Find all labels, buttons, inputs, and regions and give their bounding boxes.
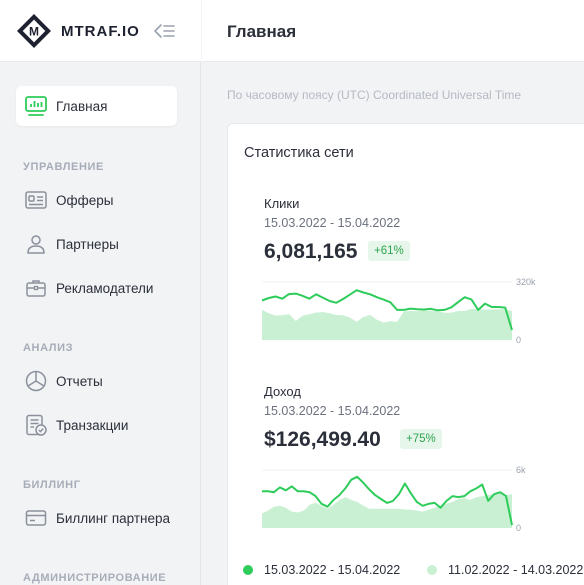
brand-name: MTRAF.IO <box>61 23 140 40</box>
briefcase-icon <box>26 280 46 297</box>
sidebar-item-advertisers[interactable]: Рекламодатели <box>22 273 192 303</box>
series-area-previous <box>262 308 512 340</box>
sidebar-item-partners[interactable]: Партнеры <box>22 229 192 259</box>
y-tick-label-zero: 0 <box>516 335 521 345</box>
sidebar-item-partner-billing[interactable]: Биллинг партнера <box>22 503 192 533</box>
network-stats-card: Статистика сети Клики 15.03.2022 - 15.04… <box>227 123 584 585</box>
sidebar-item-label: Рекламодатели <box>56 281 154 296</box>
brand-header: M MTRAF.IO <box>0 0 201 62</box>
clicks-chart: 320k 0 <box>262 277 536 345</box>
wallet-icon <box>25 510 47 526</box>
logo-letter: M <box>29 25 39 39</box>
sidebar: M MTRAF.IO Главная УПРАВЛЕНИЕ Офферы Пар… <box>0 0 201 585</box>
dashboard-icon <box>25 96 47 116</box>
timezone-note: По часовому поясу (UTC) Coordinated Univ… <box>227 88 522 102</box>
section-title-billing: БИЛЛИНГ <box>23 479 81 491</box>
y-tick-label-max: 6k <box>516 465 526 475</box>
sidebar-item-label: Офферы <box>56 193 114 208</box>
y-tick-label-zero: 0 <box>516 523 521 533</box>
metric-range: 15.03.2022 - 15.04.2022 <box>264 216 401 230</box>
top-bar: Главная <box>202 0 584 62</box>
metric-value-revenue: $126,499.40 <box>264 428 381 451</box>
revenue-chart: 6k 0 <box>262 465 526 533</box>
sidebar-item-home[interactable]: Главная <box>16 86 177 126</box>
metric-value-clicks: 6,081,165 <box>264 240 358 263</box>
sidebar-item-label: Транзакции <box>56 418 129 433</box>
sidebar-item-label: Отчеты <box>56 374 103 389</box>
y-tick-label-max: 320k <box>516 277 536 287</box>
section-title-analysis: АНАЛИЗ <box>23 342 74 354</box>
section-title-management: УПРАВЛЕНИЕ <box>23 161 104 173</box>
legend-label-previous[interactable]: 11.02.2022 - 14.03.2022 <box>448 563 583 577</box>
collapse-sidebar-icon[interactable] <box>153 22 175 40</box>
legend-dot-previous <box>427 565 437 575</box>
sidebar-item-label: Биллинг партнера <box>56 511 171 526</box>
metric-range: 15.03.2022 - 15.04.2022 <box>264 404 401 418</box>
change-badge-revenue: +75% <box>400 429 442 449</box>
pie-chart-icon <box>25 370 47 392</box>
section-title-administration: АДМИНИСТРИРОВАНИЕ <box>23 572 167 584</box>
receipt-check-icon <box>26 414 47 436</box>
logo-mark[interactable]: M <box>16 13 52 49</box>
page-title: Главная <box>227 22 297 41</box>
card-title: Статистика сети <box>244 145 354 161</box>
legend-dot-current <box>243 565 253 575</box>
legend-label-current[interactable]: 15.03.2022 - 15.04.2022 <box>264 563 400 577</box>
sidebar-item-label: Главная <box>56 99 108 114</box>
series-area-previous <box>262 493 512 528</box>
user-icon <box>27 235 45 254</box>
sidebar-item-transactions[interactable]: Транзакции <box>22 410 192 440</box>
app-root: M MTRAF.IO Главная УПРАВЛЕНИЕ Офферы Пар… <box>0 0 584 585</box>
metric-name-clicks: Клики <box>264 196 300 211</box>
sidebar-item-label: Партнеры <box>56 237 119 252</box>
change-badge-clicks: +61% <box>368 241 410 261</box>
metric-name-revenue: Доход <box>264 384 301 399</box>
id-card-icon <box>25 191 47 209</box>
sidebar-item-reports[interactable]: Отчеты <box>22 366 192 396</box>
sidebar-item-offers[interactable]: Офферы <box>22 185 192 215</box>
